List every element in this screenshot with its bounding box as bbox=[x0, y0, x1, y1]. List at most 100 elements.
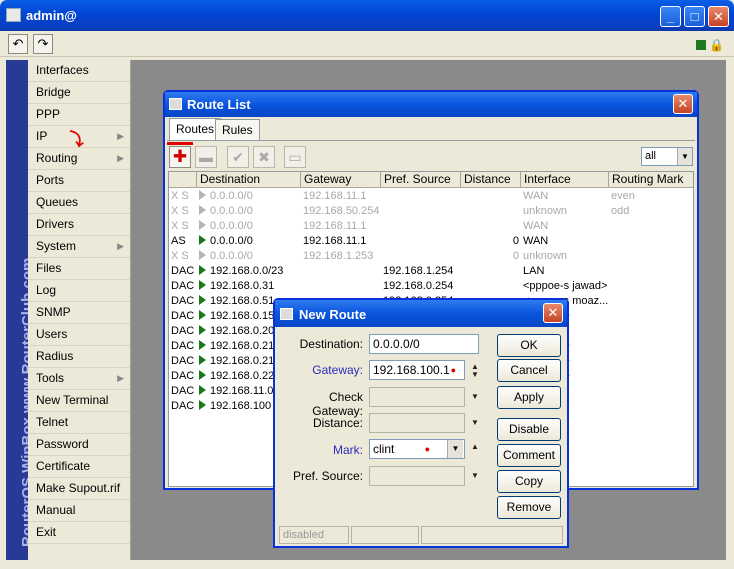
cell-flags: AS bbox=[171, 235, 186, 247]
enable-route-button[interactable]: ✔ bbox=[227, 146, 249, 168]
comment-button[interactable]: Comment bbox=[497, 444, 561, 467]
menu-item-tools[interactable]: Tools ▶ bbox=[28, 368, 130, 390]
chevron-down-icon: ▼ bbox=[447, 440, 463, 458]
route-active-icon bbox=[199, 310, 206, 320]
table-row[interactable]: DAC 192.168.0.0/23 192.168.1.254 LAN bbox=[169, 264, 693, 279]
menu-item-queues[interactable]: Queues bbox=[28, 192, 130, 214]
menu-item-label: Interfaces bbox=[36, 63, 89, 77]
menu-item-radius[interactable]: Radius bbox=[28, 346, 130, 368]
column-header-pref-source[interactable]: Pref. Source bbox=[381, 172, 461, 188]
add-route-button[interactable]: ✚ bbox=[169, 146, 191, 168]
column-header-flags[interactable] bbox=[169, 172, 197, 188]
new-route-close-button[interactable]: ✕ bbox=[543, 303, 563, 323]
gateway-field[interactable]: 192.168.100.1 ● bbox=[369, 360, 465, 380]
cell-interface: WAN bbox=[523, 220, 549, 232]
menu-item-manual[interactable]: Manual bbox=[28, 500, 130, 522]
check-gateway-select[interactable] bbox=[369, 387, 465, 407]
tab-routes[interactable]: Routes bbox=[169, 118, 222, 140]
destination-text: 0.0.0.0/0 bbox=[210, 250, 253, 262]
status-cell-3 bbox=[421, 526, 563, 544]
menu-item-label: Queues bbox=[36, 195, 79, 209]
submenu-arrow-icon: ▶ bbox=[117, 241, 124, 251]
cell-pref-source: 192.168.0.254 bbox=[383, 280, 454, 292]
route-list-title-bar[interactable]: Route List ✕ bbox=[165, 92, 697, 117]
route-list-close-button[interactable]: ✕ bbox=[673, 94, 693, 114]
apply-button[interactable]: Apply bbox=[497, 386, 561, 409]
column-header-gateway[interactable]: Gateway bbox=[301, 172, 381, 188]
menu-item-log[interactable]: Log bbox=[28, 280, 130, 302]
submenu-arrow-icon: ▶ bbox=[117, 373, 124, 383]
redo-button[interactable]: ↷ bbox=[33, 34, 53, 54]
route-active-icon bbox=[199, 220, 206, 230]
destination-field[interactable]: 0.0.0.0/0 bbox=[369, 334, 479, 354]
cell-gateway: 192.168.1.253 bbox=[303, 250, 374, 262]
gateway-add-remove-icon[interactable]: ▲ ▼ bbox=[469, 363, 481, 379]
menu-item-snmp[interactable]: SNMP bbox=[28, 302, 130, 324]
minimize-button[interactable]: _ bbox=[660, 6, 681, 27]
route-active-icon bbox=[199, 265, 206, 275]
pref-source-field[interactable] bbox=[369, 466, 465, 486]
menu-item-interfaces[interactable]: Interfaces bbox=[28, 60, 130, 82]
comment-route-button[interactable]: ▭ bbox=[284, 146, 306, 168]
menu-item-ppp[interactable]: PPP bbox=[28, 104, 130, 126]
cell-gateway: 192.168.11.1 bbox=[303, 190, 367, 202]
new-route-title-bar[interactable]: New Route ✕ bbox=[275, 300, 567, 327]
copy-button[interactable]: Copy bbox=[497, 470, 561, 493]
cell-destination: 192.168.0.0/23 bbox=[199, 264, 299, 279]
table-row[interactable]: X S 0.0.0.0/0 192.168.11.1 WAN even bbox=[169, 189, 693, 204]
remove-button[interactable]: Remove bbox=[497, 496, 561, 519]
remove-route-button[interactable]: ▬ bbox=[195, 146, 217, 168]
disable-button[interactable]: Disable bbox=[497, 418, 561, 441]
menu-item-bridge[interactable]: Bridge bbox=[28, 82, 130, 104]
menu-item-label: System bbox=[36, 239, 77, 253]
table-row[interactable]: X S 0.0.0.0/0 192.168.1.253 0 unknown bbox=[169, 249, 693, 264]
menu-item-label: Users bbox=[36, 327, 68, 341]
filter-select[interactable]: all ▼ bbox=[641, 147, 693, 166]
mark-remove-icon[interactable]: ▲ bbox=[469, 443, 481, 451]
gateway-label: Gateway: bbox=[312, 363, 363, 377]
column-header-destination[interactable]: Destination bbox=[197, 172, 301, 188]
table-row[interactable]: AS 0.0.0.0/0 192.168.11.1 0 WAN bbox=[169, 234, 693, 249]
cancel-button[interactable]: Cancel bbox=[497, 359, 561, 382]
menu-item-system[interactable]: System ▶ bbox=[28, 236, 130, 258]
cell-destination: 192.168.0.31 bbox=[199, 279, 299, 294]
column-header-interface[interactable]: Interface bbox=[521, 172, 609, 188]
mark-select[interactable]: clint ● ▼ bbox=[369, 439, 465, 459]
close-button[interactable]: ✕ bbox=[708, 6, 729, 27]
pref-source-dropdown-icon[interactable]: ▼ bbox=[469, 472, 481, 480]
distance-dropdown-icon[interactable]: ▼ bbox=[469, 419, 481, 427]
menu-item-password[interactable]: Password bbox=[28, 434, 130, 456]
main-toolbar: ↶ ↷ 🔒 bbox=[0, 31, 734, 57]
menu-item-drivers[interactable]: Drivers bbox=[28, 214, 130, 236]
check-gateway-dropdown-icon[interactable]: ▼ bbox=[469, 393, 481, 401]
disable-route-button[interactable]: ✖ bbox=[253, 146, 275, 168]
menu-item-new-terminal[interactable]: New Terminal bbox=[28, 390, 130, 412]
undo-button[interactable]: ↶ bbox=[8, 34, 28, 54]
menu-item-telnet[interactable]: Telnet bbox=[28, 412, 130, 434]
main-menu: Interfaces Bridge PPP IP ▶ ⤵ Routing ▶ Ports Queu… bbox=[28, 60, 131, 560]
table-row[interactable]: X S 0.0.0.0/0 192.168.11.1 WAN bbox=[169, 219, 693, 234]
menu-item-certificate[interactable]: Certificate bbox=[28, 456, 130, 478]
ok-button[interactable]: OK bbox=[497, 334, 561, 357]
table-row[interactable]: X S 0.0.0.0/0 192.168.50.254 unknown odd bbox=[169, 204, 693, 219]
menu-item-ports[interactable]: Ports bbox=[28, 170, 130, 192]
table-row[interactable]: DAC 192.168.0.31 192.168.0.254 <pppoe-s jaw… bbox=[169, 279, 693, 294]
destination-text: 192.168.0.20 bbox=[210, 325, 275, 337]
distance-field[interactable] bbox=[369, 413, 465, 433]
menu-item-ip[interactable]: IP ▶ ⤵ bbox=[28, 126, 130, 150]
menu-item-files[interactable]: Files bbox=[28, 258, 130, 280]
destination-text: 192.168.0.22 bbox=[210, 370, 275, 382]
menu-item-users[interactable]: Users bbox=[28, 324, 130, 346]
destination-text: 0.0.0.0/0 bbox=[210, 190, 253, 202]
menu-item-make-supout-rif[interactable]: Make Supout.rif bbox=[28, 478, 130, 500]
tab-rules[interactable]: Rules bbox=[215, 119, 260, 140]
maximize-button[interactable]: □ bbox=[684, 6, 705, 27]
menu-item-label: Tools bbox=[36, 371, 65, 385]
column-header-distance[interactable]: Distance bbox=[461, 172, 521, 188]
tab-divider bbox=[167, 140, 695, 141]
menu-item-label: Ports bbox=[36, 173, 65, 187]
cell-flags: X S bbox=[171, 205, 189, 217]
column-header-routing-mark[interactable]: Routing Mark bbox=[609, 172, 693, 188]
menu-item-routing[interactable]: Routing ▶ bbox=[28, 148, 130, 170]
menu-item-exit[interactable]: Exit bbox=[28, 522, 130, 544]
